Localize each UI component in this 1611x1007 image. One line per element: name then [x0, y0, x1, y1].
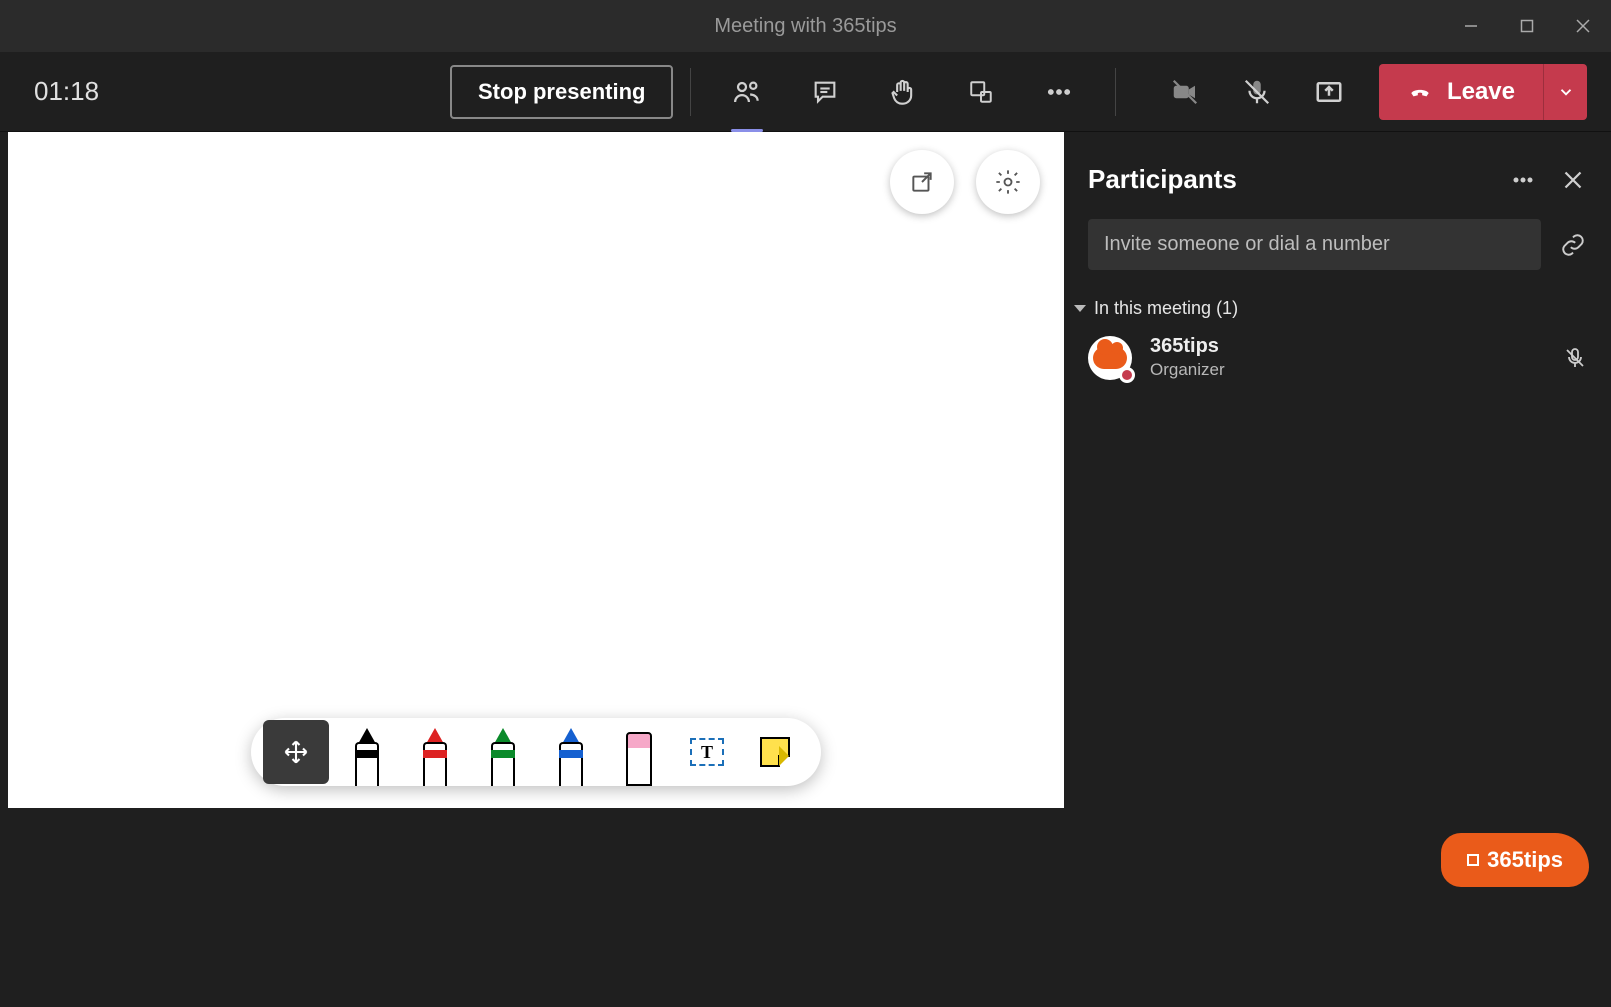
- in-meeting-label: In this meeting (1): [1094, 298, 1238, 319]
- presence-badge: [1119, 367, 1135, 383]
- participant-mic-muted-icon: [1563, 346, 1587, 370]
- participant-text: 365tips Organizer: [1150, 335, 1545, 380]
- participant-role: Organizer: [1150, 360, 1545, 380]
- whiteboard-toolbar: T: [251, 718, 821, 786]
- copy-link-icon[interactable]: [1559, 231, 1587, 259]
- app-window: Meeting with 365tips 01:18 Stop presenti…: [0, 0, 1611, 1007]
- participant-row[interactable]: 365tips Organizer: [1088, 335, 1587, 380]
- participants-header: Participants: [1088, 164, 1587, 195]
- raise-hand-icon[interactable]: [881, 70, 925, 114]
- stop-presenting-button[interactable]: Stop presenting: [450, 65, 673, 119]
- participants-title: Participants: [1088, 164, 1237, 195]
- people-icon[interactable]: [725, 70, 769, 114]
- leave-button[interactable]: Leave: [1379, 64, 1543, 120]
- participants-more-icon[interactable]: [1509, 166, 1537, 194]
- participants-header-actions: [1509, 166, 1587, 194]
- text-tool[interactable]: T: [673, 718, 741, 786]
- mic-off-icon[interactable]: [1235, 70, 1279, 114]
- chat-icon[interactable]: [803, 70, 847, 114]
- move-tool[interactable]: [263, 720, 329, 784]
- watermark-icon: [1467, 854, 1479, 866]
- toolbar-right-icons: Leave: [1163, 64, 1587, 120]
- whiteboard-export-button[interactable]: [890, 150, 954, 214]
- leave-button-group: Leave: [1379, 64, 1587, 120]
- window-minimize-button[interactable]: [1443, 0, 1499, 52]
- leave-more-button[interactable]: [1543, 64, 1587, 120]
- whiteboard-canvas[interactable]: T: [8, 132, 1064, 808]
- window-maximize-button[interactable]: [1499, 0, 1555, 52]
- share-screen-icon[interactable]: [1307, 70, 1351, 114]
- pen-blue-tool[interactable]: [537, 718, 605, 786]
- pen-red-tool[interactable]: [401, 718, 469, 786]
- pen-green-tool[interactable]: [469, 718, 537, 786]
- in-meeting-section-header[interactable]: In this meeting (1): [1074, 298, 1587, 319]
- leave-button-label: Leave: [1447, 78, 1515, 106]
- participants-panel: Participants In this meetin: [1064, 132, 1611, 1007]
- titlebar: Meeting with 365tips: [0, 0, 1611, 52]
- avatar: [1088, 336, 1132, 380]
- camera-off-icon[interactable]: [1163, 70, 1207, 114]
- meeting-body: T Participants: [0, 132, 1611, 1007]
- divider: [690, 68, 691, 116]
- meeting-toolbar: 01:18 Stop presenting: [0, 52, 1611, 132]
- invite-input[interactable]: [1088, 219, 1541, 270]
- window-close-button[interactable]: [1555, 0, 1611, 52]
- divider: [1115, 68, 1116, 116]
- sticky-note-tool[interactable]: [741, 718, 809, 786]
- meeting-duration: 01:18: [34, 76, 99, 107]
- window-controls: [1443, 0, 1611, 52]
- invite-row: [1088, 219, 1587, 270]
- watermark-label: 365tips: [1487, 847, 1563, 873]
- window-title: Meeting with 365tips: [714, 15, 896, 38]
- whiteboard-settings-button[interactable]: [976, 150, 1040, 214]
- more-icon[interactable]: [1037, 70, 1081, 114]
- eraser-tool[interactable]: [605, 718, 673, 786]
- watermark-badge: 365tips: [1441, 833, 1589, 887]
- breakout-rooms-icon[interactable]: [959, 70, 1003, 114]
- caret-down-icon: [1074, 305, 1086, 312]
- pen-black-tool[interactable]: [333, 718, 401, 786]
- toolbar-center-icons: [690, 52, 1116, 131]
- below-whiteboard: [0, 808, 1064, 1007]
- close-participants-icon[interactable]: [1559, 166, 1587, 194]
- participant-name: 365tips: [1150, 335, 1545, 358]
- whiteboard-top-actions: [890, 150, 1040, 214]
- presentation-area: T: [0, 132, 1064, 1007]
